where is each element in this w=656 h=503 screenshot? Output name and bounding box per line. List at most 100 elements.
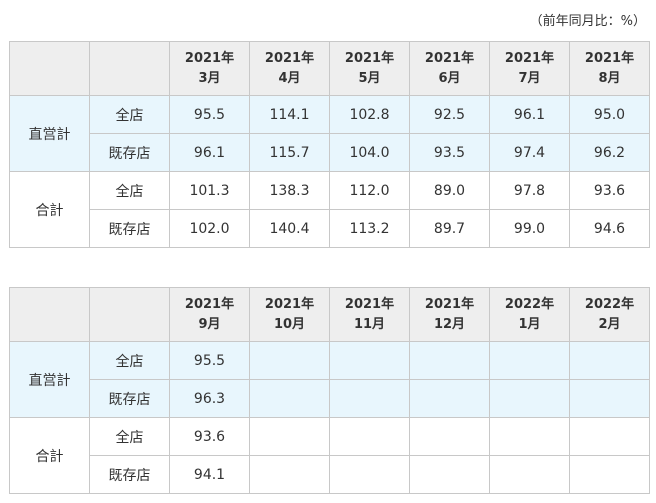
value-cell: 89.7 (409, 209, 490, 248)
month-header-year: 2021年 (264, 50, 315, 66)
month-header-month: 8月 (598, 70, 621, 86)
value-cell: 94.1 (169, 455, 250, 494)
value-cell: 96.1 (169, 133, 250, 172)
month-header: 2021年 9月 (169, 287, 250, 342)
month-header: 2021年 5月 (329, 41, 410, 96)
row-label: 既存店 (89, 133, 170, 172)
group-label: 合計 (9, 171, 90, 248)
value-cell: 97.4 (489, 133, 570, 172)
table-row: 直営計 全店 95.5 (9, 341, 650, 418)
group-label: 合計 (9, 417, 90, 494)
value-cell: 96.3 (169, 379, 250, 418)
month-header-year: 2021年 (344, 50, 395, 66)
month-header-month: 3月 (198, 70, 221, 86)
value-cell (409, 379, 490, 418)
group-label: 直営計 (9, 95, 90, 172)
header-blank-cell (9, 287, 90, 342)
value-cell: 102.8 (329, 95, 410, 134)
month-header-year: 2021年 (184, 296, 235, 312)
header-row: 2021年 3月 2021年 4月 2021年 5月 2021年 6月 2021年 7月 2021年… (9, 41, 650, 96)
month-header-month: 9月 (198, 316, 221, 332)
value-cell: 114.1 (249, 95, 330, 134)
month-header: 2021年 4月 (249, 41, 330, 96)
month-header-month: 4月 (278, 70, 301, 86)
value-cell (329, 417, 410, 456)
row-label: 全店 (89, 95, 170, 134)
month-header-year: 2021年 (424, 296, 475, 312)
row-label: 全店 (89, 417, 170, 456)
value-cell (409, 455, 490, 494)
month-header-year: 2022年 (504, 296, 555, 312)
value-cell: 112.0 (329, 171, 410, 210)
month-header: 2021年 11月 (329, 287, 410, 342)
table-row: 合計 全店 101.3 138.3 112.0 89.0 97.8 93.6 (9, 171, 650, 248)
value-cell: 93.6 (169, 417, 250, 456)
table-row: 合計 全店 93.6 (9, 417, 650, 494)
value-cell: 93.5 (409, 133, 490, 172)
header-row: 2021年 9月 2021年 10月 2021年 11月 2021年 12月 2022年 1月 20… (9, 287, 650, 342)
value-cell: 95.5 (169, 95, 250, 134)
month-header: 2022年 1月 (489, 287, 570, 342)
month-header-month: 5月 (358, 70, 381, 86)
value-cell (489, 455, 570, 494)
value-cell (249, 417, 330, 456)
month-header-month: 7月 (518, 70, 541, 86)
month-header-month: 12月 (433, 316, 466, 332)
value-cell (329, 379, 410, 418)
value-cell: 140.4 (249, 209, 330, 248)
month-header: 2021年 8月 (569, 41, 650, 96)
value-cell: 113.2 (329, 209, 410, 248)
month-header-month: 2月 (598, 316, 621, 332)
header-blank-cell (89, 41, 170, 96)
value-cell (409, 417, 490, 456)
value-cell: 101.3 (169, 171, 250, 210)
value-cell: 89.0 (409, 171, 490, 210)
value-cell (569, 341, 650, 380)
month-header-year: 2021年 (184, 50, 235, 66)
month-header: 2021年 12月 (409, 287, 490, 342)
value-cell: 96.1 (489, 95, 570, 134)
month-header-month: 6月 (438, 70, 461, 86)
month-header-year: 2021年 (424, 50, 475, 66)
unit-note: （前年同月比：%） (529, 14, 646, 29)
row-label: 既存店 (89, 209, 170, 248)
month-header-year: 2021年 (584, 50, 635, 66)
value-cell: 94.6 (569, 209, 650, 248)
value-cell: 102.0 (169, 209, 250, 248)
sales-table-2: 2021年 9月 2021年 10月 2021年 11月 2021年 12月 2022年 1月 20… (9, 287, 650, 494)
row-label: 既存店 (89, 455, 170, 494)
month-header-year: 2021年 (264, 296, 315, 312)
value-cell: 99.0 (489, 209, 570, 248)
value-cell (249, 379, 330, 418)
row-label: 全店 (89, 341, 170, 380)
value-cell (249, 455, 330, 494)
header-blank-cell (9, 41, 90, 96)
row-label: 全店 (89, 171, 170, 210)
value-cell: 97.8 (489, 171, 570, 210)
month-header-year: 2021年 (344, 296, 395, 312)
month-header-month: 10月 (273, 316, 306, 332)
value-cell (489, 417, 570, 456)
value-cell: 95.0 (569, 95, 650, 134)
table-row: 既存店 96.3 (10, 379, 650, 418)
month-header-year: 2021年 (504, 50, 555, 66)
value-cell: 95.5 (169, 341, 250, 380)
value-cell (569, 417, 650, 456)
value-cell: 92.5 (409, 95, 490, 134)
value-cell: 115.7 (249, 133, 330, 172)
sales-table-1: 2021年 3月 2021年 4月 2021年 5月 2021年 6月 2021年 7月 2021年… (9, 41, 650, 248)
value-cell (489, 341, 570, 380)
value-cell: 96.2 (569, 133, 650, 172)
month-header: 2022年 2月 (569, 287, 650, 342)
group-label: 直営計 (9, 341, 90, 418)
month-header: 2021年 6月 (409, 41, 490, 96)
value-cell: 138.3 (249, 171, 330, 210)
value-cell: 93.6 (569, 171, 650, 210)
value-cell (329, 341, 410, 380)
table-row: 既存店 96.1 115.7 104.0 93.5 97.4 96.2 (10, 133, 650, 172)
value-cell (249, 341, 330, 380)
value-cell: 104.0 (329, 133, 410, 172)
month-header: 2021年 3月 (169, 41, 250, 96)
value-cell (489, 379, 570, 418)
month-header: 2021年 7月 (489, 41, 570, 96)
